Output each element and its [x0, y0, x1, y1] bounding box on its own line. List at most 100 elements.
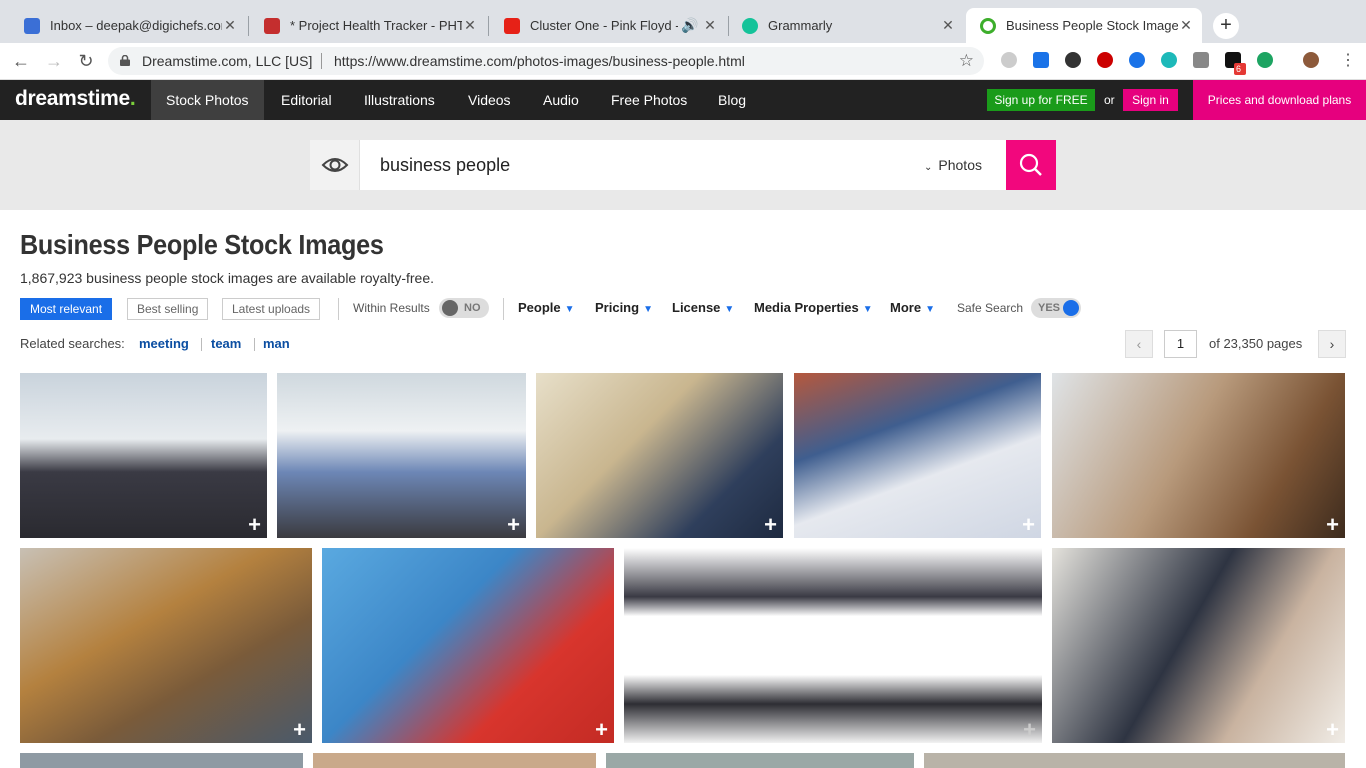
- next-page-button[interactable]: ›: [1318, 330, 1346, 358]
- nav-blog[interactable]: Blog: [703, 80, 761, 120]
- chevron-down-icon: ▼: [862, 304, 873, 315]
- filter-media-properties[interactable]: Media Properties ▼: [754, 300, 873, 315]
- menu-icon[interactable]: ⋮: [1340, 50, 1356, 70]
- nav-free-photos[interactable]: Free Photos: [596, 80, 702, 120]
- extension-icon[interactable]: [1257, 52, 1273, 68]
- close-icon[interactable]: ✕: [1178, 17, 1194, 34]
- page-number-input[interactable]: 1: [1164, 330, 1197, 358]
- chevron-down-icon: ▼: [643, 304, 653, 315]
- add-icon[interactable]: +: [1326, 514, 1339, 536]
- add-icon[interactable]: +: [1022, 514, 1035, 536]
- signin-button[interactable]: Sign in: [1123, 89, 1178, 111]
- nav-editorial[interactable]: Editorial: [266, 80, 347, 120]
- media-type-dropdown[interactable]: ⌄ Photos: [924, 140, 982, 193]
- prices-button[interactable]: Prices and download plans: [1193, 80, 1366, 120]
- image-thumbnail[interactable]: +: [1052, 373, 1345, 538]
- extension-icon[interactable]: [1129, 52, 1145, 68]
- image-thumbnail[interactable]: +: [794, 373, 1041, 538]
- image-thumbnail[interactable]: [924, 753, 1345, 768]
- add-icon[interactable]: +: [764, 514, 777, 536]
- extension-icon[interactable]: [1193, 52, 1209, 68]
- search-button[interactable]: [1006, 140, 1056, 190]
- close-icon[interactable]: ✕: [702, 17, 718, 34]
- sort-best-selling[interactable]: Best selling: [127, 298, 209, 320]
- image-thumbnail[interactable]: +: [1052, 548, 1345, 743]
- search-icon: [1019, 153, 1042, 176]
- sort-most-relevant[interactable]: Most relevant: [20, 298, 113, 320]
- extension-icon[interactable]: [1065, 52, 1081, 68]
- tab-title: Cluster One - Pink Floyd -: [530, 18, 678, 33]
- browser-tab-inbox[interactable]: Inbox – deepak@digichefs.com ✕: [10, 8, 246, 43]
- within-results-toggle[interactable]: NO: [439, 298, 489, 318]
- add-icon[interactable]: +: [595, 719, 608, 741]
- filter-pricing[interactable]: Pricing ▼: [595, 300, 653, 315]
- close-icon[interactable]: ✕: [462, 17, 478, 34]
- filter-license[interactable]: License ▼: [672, 300, 734, 315]
- image-thumbnail[interactable]: +: [277, 373, 526, 538]
- results-count: 1,867,923 business people stock images a…: [20, 270, 435, 286]
- chevron-down-icon: ▼: [925, 304, 935, 315]
- toggle-knob: [1063, 300, 1079, 316]
- extension-icon[interactable]: [1033, 52, 1049, 68]
- new-tab-button[interactable]: +: [1213, 13, 1239, 39]
- prev-page-button[interactable]: ‹: [1125, 330, 1153, 358]
- add-icon[interactable]: +: [293, 719, 306, 741]
- avatar[interactable]: [1303, 52, 1319, 68]
- browser-tab-pht[interactable]: * Project Health Tracker - PHT ✕: [250, 8, 486, 43]
- related-team[interactable]: team: [211, 336, 241, 351]
- image-thumbnail[interactable]: +: [20, 548, 312, 743]
- related-man[interactable]: man: [263, 336, 290, 351]
- nav-stock-photos[interactable]: Stock Photos: [151, 80, 264, 120]
- image-thumbnail[interactable]: [20, 753, 303, 768]
- image-thumbnail[interactable]: +: [322, 548, 614, 743]
- toggle-knob: [442, 300, 458, 316]
- image-thumbnail[interactable]: +: [624, 548, 1042, 743]
- bookmark-star-icon[interactable]: ☆: [959, 47, 974, 75]
- add-icon[interactable]: +: [1023, 719, 1036, 741]
- close-icon[interactable]: ✕: [940, 17, 956, 34]
- dreamstime-logo[interactable]: dreamstime.: [15, 87, 136, 111]
- safe-search-toggle[interactable]: YES: [1031, 298, 1081, 318]
- reload-button[interactable]: ↻: [74, 50, 98, 74]
- safe-search-label: Safe Search: [957, 301, 1024, 315]
- back-button[interactable]: ←: [9, 50, 33, 74]
- media-type-label: Photos: [938, 157, 982, 173]
- add-icon[interactable]: +: [1326, 719, 1339, 741]
- filter-people[interactable]: People ▼: [518, 300, 575, 315]
- image-thumbnail[interactable]: [606, 753, 914, 768]
- speaker-icon[interactable]: 🔊: [678, 17, 702, 34]
- visual-search-button[interactable]: [310, 140, 360, 190]
- dreamstime-icon: [980, 17, 996, 34]
- signup-button[interactable]: Sign up for FREE: [987, 89, 1095, 111]
- sort-latest-uploads[interactable]: Latest uploads: [222, 298, 321, 320]
- toggle-state: YES: [1038, 302, 1061, 314]
- extension-icon[interactable]: [1001, 52, 1017, 68]
- browser-tab-youtube[interactable]: Cluster One - Pink Floyd - 🔊 ✕: [490, 8, 726, 43]
- close-icon[interactable]: ✕: [222, 17, 238, 34]
- browser-tab-dreamstime[interactable]: Business People Stock Images ✕: [966, 8, 1202, 43]
- grammarly-icon: [742, 17, 758, 34]
- browser-tab-grammarly[interactable]: Grammarly ✕: [728, 8, 964, 43]
- adblock-icon[interactable]: [1097, 52, 1113, 68]
- nav-illustrations[interactable]: Illustrations: [349, 80, 450, 120]
- add-icon[interactable]: +: [507, 514, 520, 536]
- forward-button[interactable]: →: [42, 50, 66, 74]
- extension-icon[interactable]: [1161, 52, 1177, 68]
- search-box: business people ⌄ Photos: [310, 140, 1006, 190]
- filter-more[interactable]: More ▼: [890, 300, 935, 315]
- image-thumbnail[interactable]: +: [20, 373, 267, 538]
- add-icon[interactable]: +: [248, 514, 261, 536]
- search-input[interactable]: business people: [380, 140, 510, 190]
- image-thumbnail[interactable]: [313, 753, 596, 768]
- nav-audio[interactable]: Audio: [528, 80, 594, 120]
- tab-title: Inbox – deepak@digichefs.com: [50, 18, 222, 33]
- url-text: https://www.dreamstime.com/photos-images…: [334, 53, 745, 69]
- tab-title: Grammarly: [768, 18, 833, 33]
- related-meeting[interactable]: meeting: [139, 336, 189, 351]
- omnibox[interactable]: Dreamstime.com, LLC [US] https://www.dre…: [108, 47, 984, 75]
- youtube-icon: [504, 17, 520, 34]
- chevron-down-icon: ▼: [564, 304, 575, 315]
- chevron-down-icon: ▼: [724, 304, 735, 315]
- nav-videos[interactable]: Videos: [453, 80, 526, 120]
- image-thumbnail[interactable]: +: [536, 373, 783, 538]
